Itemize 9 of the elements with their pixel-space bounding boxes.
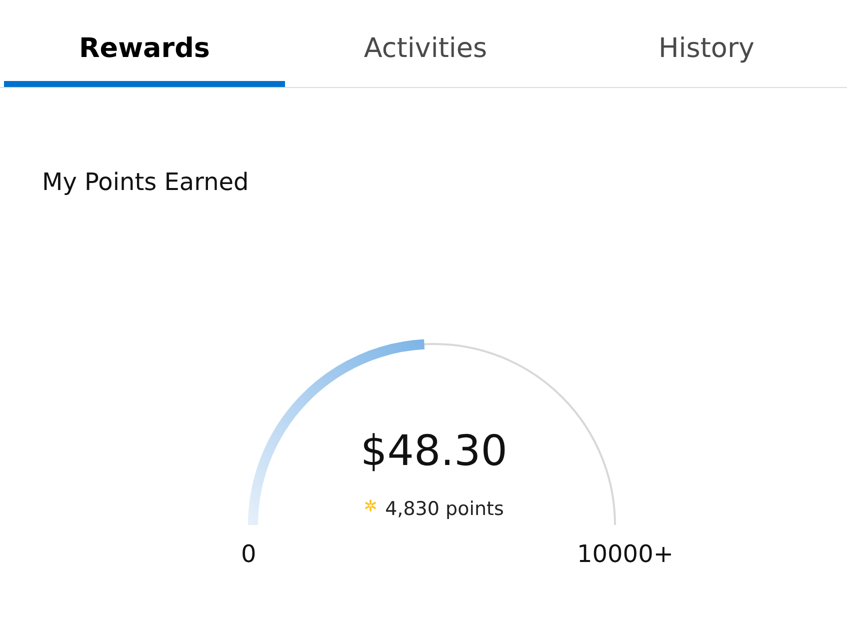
tab[interactable]: Rewards — [4, 0, 285, 87]
section-title: My Points Earned — [42, 168, 249, 196]
tab[interactable]: History — [566, 0, 847, 87]
reward-amount: $48.30 — [360, 426, 508, 475]
scale-min-label: 0 — [241, 540, 256, 568]
tab[interactable]: Activities — [285, 0, 566, 87]
spark-icon — [364, 498, 378, 512]
scale-max-label: 10000+ — [577, 540, 674, 568]
points-total: 4,830 points — [385, 498, 504, 520]
